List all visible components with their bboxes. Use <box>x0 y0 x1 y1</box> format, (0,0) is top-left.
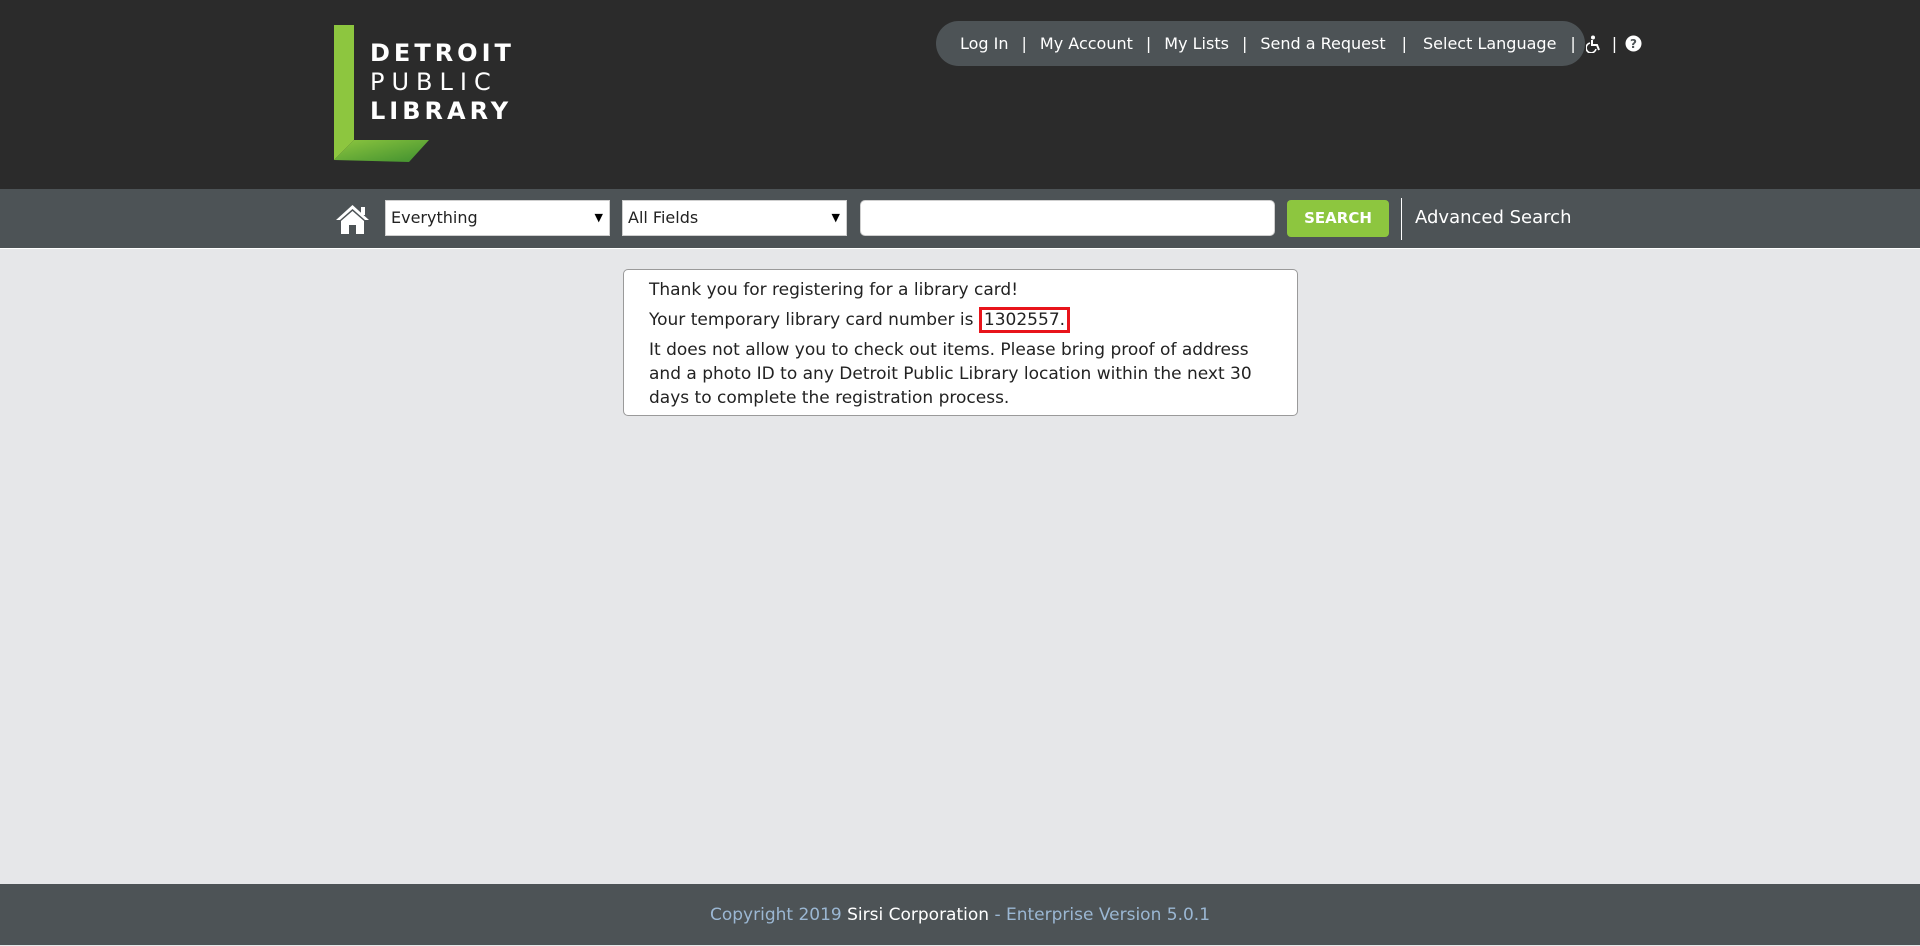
library-select-value: Everything <box>391 208 478 227</box>
copyright-text: Copyright 2019 <box>709 905 848 925</box>
separator: | <box>1570 34 1576 53</box>
search-button[interactable]: SEARCH <box>1287 200 1389 237</box>
logo-line-library: LIBRARY <box>370 97 513 125</box>
separator: | <box>1145 34 1152 53</box>
advanced-search-link[interactable]: Advanced Search <box>1415 207 1571 228</box>
separator: | <box>1241 34 1248 53</box>
select-language-link[interactable]: Select Language <box>1423 34 1556 53</box>
dropdown-arrow-icon: ▼ <box>831 211 840 224</box>
login-link[interactable]: Log In <box>960 34 1009 53</box>
svg-text:?: ? <box>1630 37 1637 51</box>
dropdown-arrow-icon: ▼ <box>594 211 603 224</box>
my-account-link[interactable]: My Account <box>1040 34 1133 53</box>
home-icon[interactable] <box>334 203 371 236</box>
logo-line-public: PUBLIC <box>370 68 498 96</box>
thanks-message: Thank you for registering for a library … <box>649 280 1019 300</box>
registration-notice: It does not allow you to check out items… <box>649 340 1252 408</box>
top-links-bar: Log In | My Account | My Lists | Send a … <box>936 21 1642 66</box>
card-number-prefix: Your temporary library card number is <box>649 310 979 330</box>
send-request-link[interactable]: Send a Request <box>1260 34 1385 53</box>
library-logo[interactable]: DETROIT PUBLIC LIBRARY <box>334 25 534 165</box>
site-footer: Copyright 2019 Sirsi Corporation - Enter… <box>0 884 1920 945</box>
library-select[interactable]: Everything ▼ <box>385 200 610 236</box>
search-bar: Everything ▼ All Fields ▼ SEARCH Advance… <box>0 189 1920 249</box>
my-lists-link[interactable]: My Lists <box>1164 34 1229 53</box>
separator: | <box>1611 34 1618 53</box>
version-text: - Enterprise Version 5.0.1 <box>989 905 1211 925</box>
logo-text: DETROIT PUBLIC LIBRARY <box>370 39 515 126</box>
divider <box>1401 198 1402 240</box>
site-header: DETROIT PUBLIC LIBRARY Log In | My Accou… <box>0 0 1920 189</box>
card-number-message: Your temporary library card number is 13… <box>649 307 1273 333</box>
help-icon[interactable]: ? <box>1625 35 1642 52</box>
search-input[interactable] <box>860 200 1275 236</box>
separator: | <box>1401 34 1407 53</box>
corporation-link[interactable]: Sirsi Corporation <box>847 905 989 925</box>
field-select[interactable]: All Fields ▼ <box>622 200 847 236</box>
registration-message-box: Thank you for registering for a library … <box>623 269 1298 416</box>
accessibility-icon[interactable] <box>1585 35 1604 53</box>
field-select-value: All Fields <box>628 208 699 227</box>
separator: | <box>1021 34 1027 53</box>
card-number: 1302557. <box>978 307 1071 333</box>
logo-line-detroit: DETROIT <box>370 39 515 67</box>
